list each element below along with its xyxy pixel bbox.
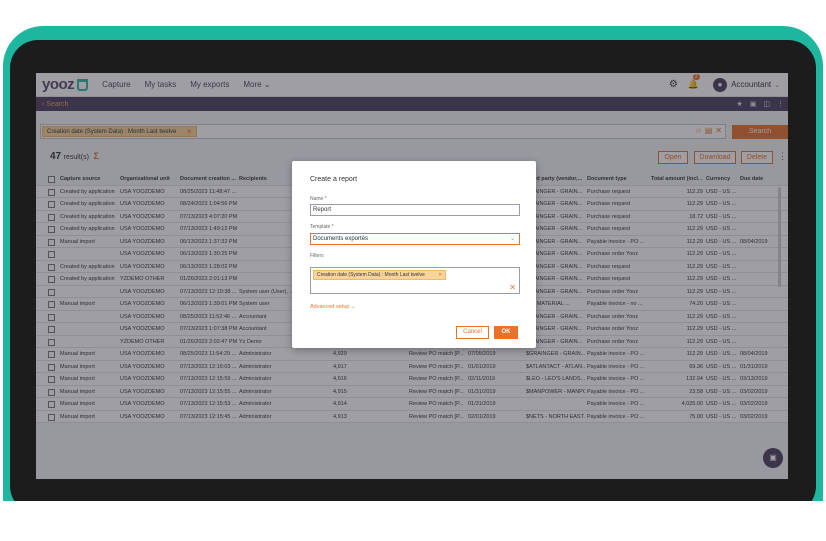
dialog-title: Create a report: [310, 176, 358, 183]
device-base: [0, 501, 826, 541]
template-select[interactable]: Documents exportés ⌄: [310, 233, 520, 245]
cancel-button[interactable]: Cancel: [456, 326, 489, 339]
advanced-setup-toggle[interactable]: Advanced setup ⌄: [310, 304, 356, 310]
filter-chip-label: Creation date (System Data) : Month Last…: [317, 272, 425, 278]
mockup-stage: yooz Capture My tasks My exports More ⌄ …: [0, 0, 826, 541]
template-value: Documents exportés: [313, 236, 369, 242]
close-icon[interactable]: ✕: [438, 272, 442, 278]
advanced-setup-label: Advanced setup: [310, 304, 350, 310]
app-screen: yooz Capture My tasks My exports More ⌄ …: [36, 73, 788, 479]
report-name-field[interactable]: Report: [310, 204, 520, 216]
filters-box[interactable]: Creation date (System Data) : Month Last…: [310, 267, 520, 294]
create-report-dialog: Create a report Name * Report Template *…: [292, 161, 536, 348]
name-label: Name *: [310, 196, 327, 202]
clear-filters-icon[interactable]: ✕: [509, 283, 516, 292]
filter-chip[interactable]: Creation date (System Data) : Month Last…: [313, 270, 447, 280]
filters-label: Filters: [310, 253, 324, 259]
chevron-down-icon: ⌄: [509, 236, 515, 242]
chevron-down-icon: ⌄: [350, 304, 356, 310]
report-name-value: Report: [313, 207, 332, 213]
ok-button[interactable]: OK: [494, 326, 518, 339]
template-label: Template *: [310, 224, 334, 230]
